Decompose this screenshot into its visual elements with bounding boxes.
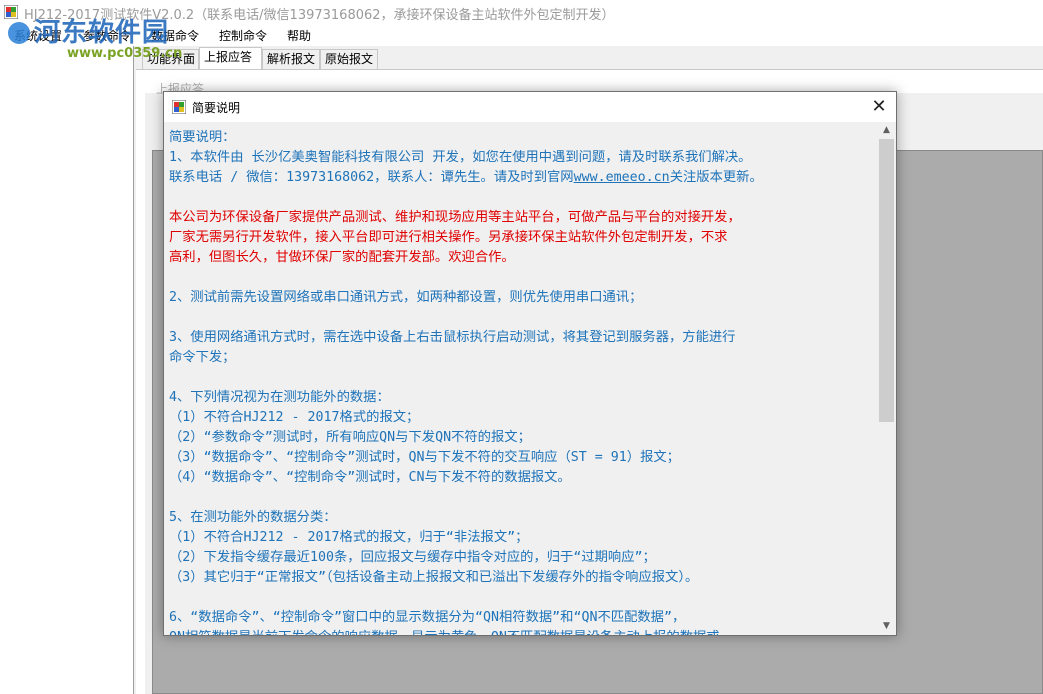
text-line-segment: 联系电话 / 微信：13973168062，联系人：谭先生。请及时到官网 [169,170,574,185]
text-line: （2）下发指令缓存最近100条，回应报文与缓存中指令对应的，归于“过期响应”； [169,550,656,565]
device-tree-panel[interactable] [0,46,134,694]
text-line: （2）“参数命令”测试时，所有响应QN与下发QN不符的报文； [169,430,531,445]
text-line: （3）其它归于“正常报文”（包括设备主动上报报文和已溢出下发缓存外的指令响应报文… [169,570,699,585]
website-link[interactable]: www.emeeo.cn [574,170,670,185]
text-line: 简要说明： [169,130,236,145]
text-line: （1）不符合HJ212 - 2017格式的报文，归于“非法报文”； [169,530,529,545]
dialog-titlebar[interactable]: 简要说明 ✕ [164,92,896,122]
dialog-title: 简要说明 [192,101,241,115]
tab-raw-message[interactable]: 原始报文 [320,49,378,69]
watermark-url: www.pc0359.cn [67,46,183,61]
text-line: 高利，但图长久，甘做环保厂家的配套开发部。欢迎合作。 [169,250,515,265]
vertical-scrollbar[interactable]: ▲ ▼ [878,122,895,635]
text-line: （1）不符合HJ212 - 2017格式的报文； [169,410,420,425]
text-line: （3）“数据命令”、“控制命令”测试时，QN与下发不符的交互响应（ST = 91… [169,450,680,465]
dialog-app-icon [172,100,186,114]
dialog-text-area[interactable]: 简要说明： 1、本软件由 长沙亿美奥智能科技有限公司 开发，如您在使用中遇到问题… [165,122,878,635]
text-line: 厂家无需另行开发软件，接入平台即可进行相关操作。另承接环保主站软件外包定制开发，… [169,230,728,245]
text-line: 3、使用网络通讯方式时，需在选中设备上右击鼠标执行启动测试，将其登记到服务器，方… [169,330,736,345]
text-line: 本公司为环保设备厂家提供产品测试、维护和现场应用等主站平台，可做产品与平台的对接… [169,210,741,225]
scroll-up-arrow-icon[interactable]: ▲ [878,122,895,139]
text-line: 2、测试前需先设置网络或串口通讯方式，如两种都设置，则优先使用串口通讯； [169,290,643,305]
text-line: 联系电话 / 微信：13973168062，联系人：谭先生。请及时到官网www.… [169,166,763,185]
watermark-logo: 河东软件园 [8,12,169,49]
menu-help[interactable]: 帮助 [287,27,311,44]
text-line: 4、下列情况视为在测功能外的数据： [169,390,390,405]
menu-control-commands[interactable]: 控制命令 [219,27,267,44]
help-dialog: 简要说明 ✕ 简要说明： 1、本软件由 长沙亿美奥智能科技有限公司 开发，如您在… [163,91,897,636]
tab-report-response[interactable]: 上报应答 [199,47,262,69]
text-line: （4）“数据命令”、“控制命令”测试时，CN与下发不符的数据报文。 [169,470,571,485]
scroll-down-arrow-icon[interactable]: ▼ [878,618,895,635]
watermark-logo-text: 河东软件园 [34,18,170,48]
text-line-segment: 关注版本更新。 [669,170,763,185]
text-line: 5、在测功能外的数据分类： [169,510,337,525]
close-icon[interactable]: ✕ [862,92,896,122]
text-line: QN相符数据是当前下发命令的响应数据，显示为黄色。QN不匹配数据是设备主动上报的… [169,626,720,635]
text-line: 命令下发； [169,350,236,365]
watermark-logo-icon [8,22,30,44]
scrollbar-thumb[interactable] [879,139,894,422]
text-line: 1、本软件由 长沙亿美奥智能科技有限公司 开发，如您在使用中遇到问题，请及时联系… [169,150,752,165]
tab-parse-message[interactable]: 解析报文 [262,49,320,69]
text-line: 6、“数据命令”、“控制命令”窗口中的显示数据分为“QN相符数据”和“QN不匹配… [169,610,686,625]
